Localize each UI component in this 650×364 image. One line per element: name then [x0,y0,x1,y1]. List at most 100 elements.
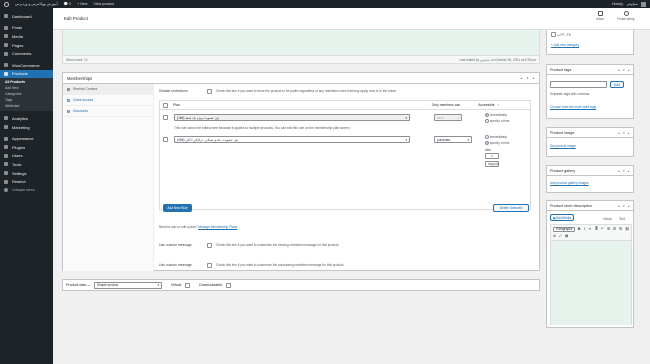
new-link[interactable]: + New [77,2,87,6]
tab-grant-access[interactable]: Grant Access [63,95,153,106]
add-gallery-images-link[interactable]: Add product gallery images [550,181,589,185]
move-up-icon[interactable]: ▲ [618,169,621,173]
toggle-panel-icon[interactable]: ▲ [627,169,630,173]
tab-restrict-content[interactable]: Restrict Content [63,84,153,95]
rule1-checkbox[interactable] [163,115,168,120]
collapse-menu-button[interactable]: Collapse menu [0,186,53,195]
move-down-icon[interactable]: ▼ [526,76,529,80]
view-product-link[interactable]: View product [93,2,114,6]
rule2-members-select[interactable]: purchase ▾ [434,136,472,143]
sidebar-item-woocommerce[interactable]: WooCommerce [0,61,53,70]
rule1-note: This rule cannot be edited here because … [174,126,351,130]
move-down-icon[interactable]: ▼ [622,68,625,72]
inbox-button[interactable]: Inbox [591,11,609,21]
content-editor-area[interactable] [62,30,540,56]
category-checkbox[interactable] [551,32,556,37]
fullscreen-icon[interactable]: ⤢ [559,234,562,238]
quote-icon[interactable]: ❝ [601,227,603,231]
rule2-plan-select[interactable]: پلن عضویت، عادی همگی، درگیگی: آنگی (#49)… [174,136,410,143]
rule2-checkbox[interactable] [163,137,168,142]
tags-input[interactable] [550,81,607,88]
tag-icon [67,109,70,113]
site-name[interactable]: آموزش ووکامرس و وردپرس [15,2,58,6]
align-right-icon[interactable]: ☰ [619,227,622,231]
select-all-checkbox[interactable] [163,102,168,108]
move-up-icon[interactable]: ▲ [520,76,523,80]
product-type-select[interactable]: Simple product ▾ [93,281,162,289]
toggle-panel-icon[interactable]: ▲ [532,76,535,80]
toolbar-toggle-icon[interactable]: ▤ [565,234,568,238]
sidebar-item-media[interactable]: Media [0,32,53,41]
sidebar-item-pages[interactable]: Pages [0,41,53,50]
tab-discounts[interactable]: Discounts [63,106,153,117]
bullet-list-icon[interactable]: ≡ [589,227,591,231]
account-menu[interactable]: Howdy, سیاوش [612,1,646,7]
sidebar-item-products[interactable]: Products [0,69,53,79]
rule1-specify-time: specify a time [485,119,509,124]
bold-icon[interactable]: B [578,227,580,231]
toggle-panel-icon[interactable]: ▲ [627,131,630,135]
rule2-immediately[interactable]: immediately [485,135,509,140]
disable-restrictions-help: Check this box if you want to force the … [216,89,398,93]
sidebar-item-restrict[interactable]: Restrict [0,177,53,186]
move-up-icon[interactable]: ▲ [618,204,621,208]
product-tags-metabox: Product tags ▲ ▼ ▲ Add Separate tags with c… [546,64,634,119]
format-select[interactable]: Paragraph ▾ [553,226,575,232]
sidebar-item-marketing[interactable]: Marketing [0,123,53,132]
align-left-icon[interactable]: ☰ [607,227,610,231]
choose-tags-link[interactable]: Choose from the most used tags [550,105,596,109]
move-down-icon[interactable]: ▼ [622,131,625,135]
downloadable-checkbox[interactable] [225,282,231,288]
move-up-icon[interactable]: ▲ [618,131,621,135]
col-plan: Plan [173,103,180,107]
toggle-panel-icon[interactable]: ▲ [627,68,630,72]
sidebar-item-posts[interactable]: Posts [0,24,53,33]
move-down-icon[interactable]: ▼ [622,169,625,173]
sidebar-item-settings[interactable]: Settings [0,169,53,178]
lock-icon [67,87,70,91]
move-up-icon[interactable]: ▲ [618,68,621,72]
rule2-immediately-radio[interactable] [485,135,489,140]
wordpress-logo-icon[interactable] [4,1,9,7]
numbered-list-icon[interactable]: ≣ [595,227,598,231]
add-media-button[interactable]: ▣ Add Media [550,214,574,221]
rule2-specify-time[interactable]: specify a time [485,141,509,146]
finish-setup-button[interactable]: Finish setup [617,11,635,21]
unlink-icon[interactable]: ⊘ [553,234,556,238]
toggle-panel-icon[interactable]: ▲ [627,204,630,208]
add-new-category-link[interactable]: + Add new category [551,43,579,47]
align-center-icon[interactable]: ☰ [613,227,616,231]
sidebar-item-dashboard[interactable]: Dashboard [0,12,53,21]
sliders-icon [4,171,8,176]
sidebar-item-analytics[interactable]: Analytics [0,114,53,123]
italic-icon[interactable]: I [584,227,585,231]
help-tip-icon[interactable]: ? [497,103,499,107]
submenu-attributes[interactable]: Attributes [0,103,53,109]
custom-message-purchasing-checkbox[interactable] [207,262,212,268]
short-description-content[interactable] [551,241,631,325]
delete-selected-button[interactable]: Delete Selected [493,204,529,212]
after-value-input[interactable]: 1 [485,153,499,160]
after-unit-select[interactable]: day(s) ▾ [485,161,499,168]
disable-restrictions-checkbox[interactable] [207,88,212,94]
sidebar-item-tools[interactable]: Tools [0,160,53,169]
link-icon[interactable]: ⛓ [625,227,629,231]
comments-link[interactable]: 💬 0 [64,2,71,6]
text-tab[interactable]: Text [619,217,625,221]
category-item: بلاگ کالایی [551,32,571,37]
custom-message-viewing-checkbox[interactable] [207,242,212,248]
custom-message-purchasing-help: Check this box if you want to customize … [216,263,345,267]
set-product-image-link[interactable]: Set product image [550,144,576,148]
sidebar-item-comments[interactable]: Comments [0,49,53,58]
box-icon [4,71,8,76]
rule2-specify-time-radio[interactable] [485,141,489,146]
sidebar-item-appearance[interactable]: Appearance [0,134,53,143]
add-tag-button[interactable]: Add [610,81,624,88]
manage-plans-link[interactable]: Manage Membership Plans [198,225,237,229]
sidebar-item-users[interactable]: Users [0,152,53,161]
add-new-rule-button[interactable]: Add New Rule [163,204,192,212]
visual-tab[interactable]: Visual [603,217,612,221]
virtual-checkbox[interactable] [185,282,191,288]
move-down-icon[interactable]: ▼ [622,204,625,208]
sidebar-item-plugins[interactable]: Plugins [0,143,53,152]
